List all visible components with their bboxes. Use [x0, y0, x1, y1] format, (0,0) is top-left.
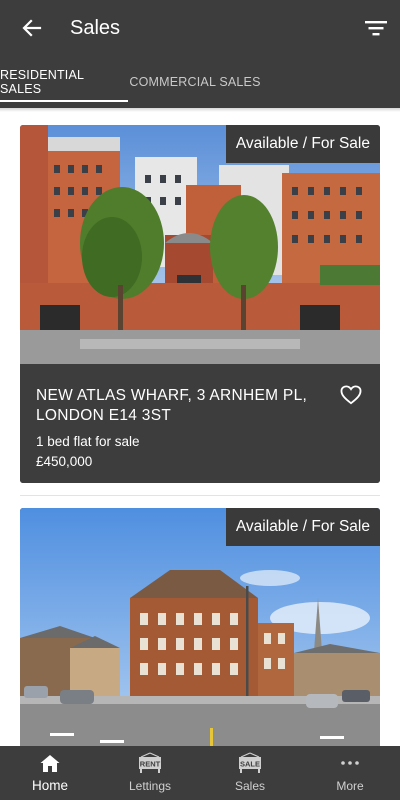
- tab-bar-shadow: [0, 108, 400, 112]
- page-title: Sales: [70, 17, 121, 39]
- listing-card[interactable]: Available / For Sale NEW ATLAS WHARF, 3 …: [20, 125, 380, 483]
- availability-badge: Available / For Sale: [225, 508, 380, 546]
- nav-home[interactable]: Home: [0, 746, 100, 800]
- svg-text:RENT: RENT: [140, 759, 161, 768]
- filter-icon: [365, 21, 387, 36]
- svg-text:SALE: SALE: [240, 759, 260, 768]
- tab-commercial-sales[interactable]: COMMERCIAL SALES: [128, 56, 262, 108]
- listing-address: NEW ATLAS WHARF, 3 ARNHEM PL, LONDON E14…: [36, 387, 308, 424]
- listing-info: NEW ATLAS WHARF, 3 ARNHEM PL, LONDON E14…: [20, 364, 380, 483]
- app-bar: Sales: [0, 0, 400, 56]
- bottom-navigation: Home RENT Lettings SALE Sales More: [0, 746, 400, 800]
- listing-price: £450,000: [36, 454, 93, 469]
- nav-home-label: Home: [31, 778, 68, 793]
- nav-more-label: More: [336, 779, 364, 793]
- home-icon: [0, 752, 100, 774]
- active-tab-indicator: [0, 100, 128, 102]
- sale-sign-icon: SALE: [200, 752, 300, 774]
- back-button[interactable]: [18, 14, 46, 42]
- property-photo: [20, 508, 380, 768]
- arrow-back-icon: [22, 19, 42, 37]
- heart-outline-icon: [340, 385, 362, 405]
- listing-card[interactable]: Available / For Sale: [20, 508, 380, 768]
- nav-sales-label: Sales: [234, 779, 266, 793]
- nav-lettings-label: Lettings: [128, 779, 172, 793]
- availability-badge: Available / For Sale: [225, 125, 380, 163]
- listing-description: 1 bed flat for sale: [36, 434, 140, 449]
- more-dots-icon: [300, 752, 400, 774]
- nav-sales[interactable]: SALE Sales: [200, 746, 300, 800]
- nav-more[interactable]: More: [300, 746, 400, 800]
- list-divider: [20, 495, 380, 496]
- rent-sign-icon: RENT: [100, 752, 200, 774]
- nav-lettings[interactable]: RENT Lettings: [100, 746, 200, 800]
- filter-button[interactable]: [362, 14, 390, 42]
- favorite-button[interactable]: [338, 382, 364, 408]
